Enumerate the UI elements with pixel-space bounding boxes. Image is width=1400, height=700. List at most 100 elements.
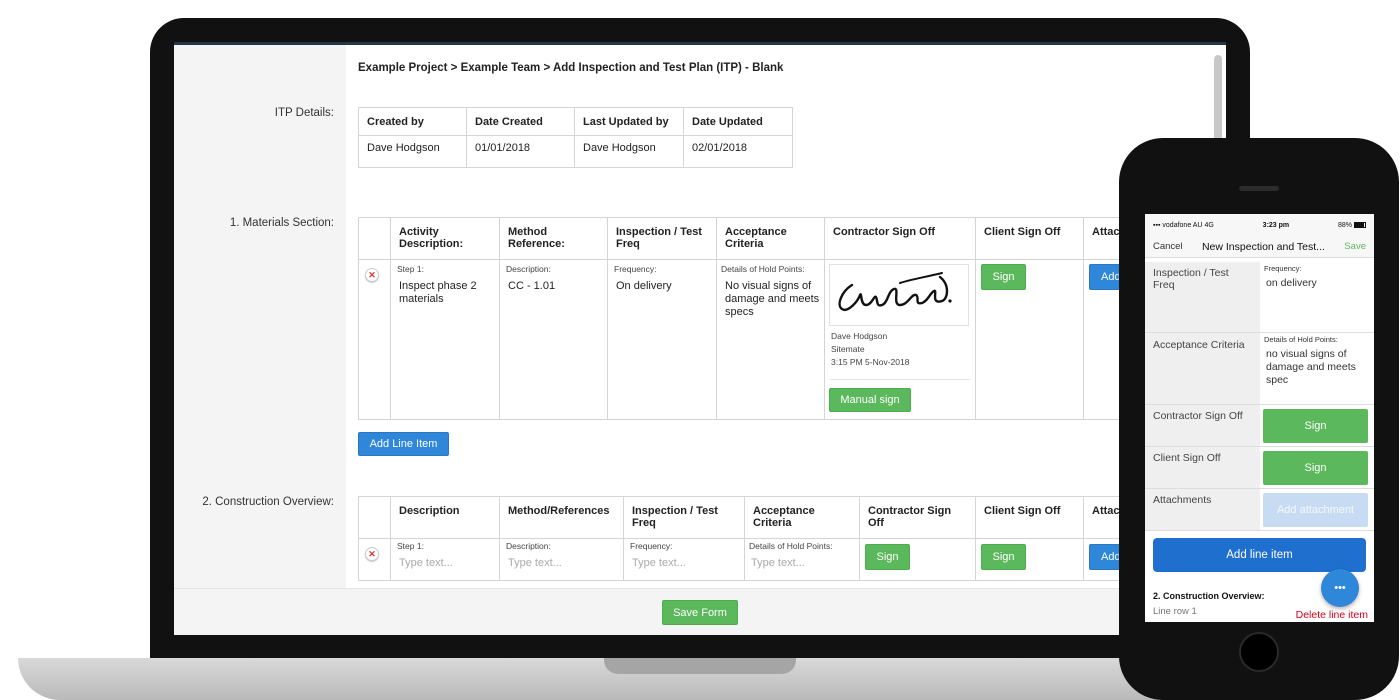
construction-header: Method/References	[499, 496, 624, 539]
frequency-label: Frequency:	[630, 541, 673, 551]
method-cell[interactable]: Description: CC - 1.01	[499, 259, 608, 420]
device-mockup: Example Project > Example Team > Add Ins…	[0, 0, 1400, 700]
itp-details-label: ITP Details:	[274, 107, 334, 119]
acceptance-mini-label: Details of Hold Points:	[1264, 335, 1338, 344]
contractor-sign-button[interactable]: Sign	[865, 544, 910, 570]
row-control-cell: ✕	[358, 259, 391, 420]
acceptance-field-value: no visual signs of damage and meets spec	[1266, 348, 1356, 386]
client-signoff-cell: Sign	[975, 259, 1084, 420]
contractor-signoff-label: Contractor Sign Off	[1145, 405, 1260, 446]
acceptance-field-label: Acceptance Criteria	[1145, 333, 1260, 404]
hold-points-label: Details of Hold Points:	[749, 541, 833, 551]
itp-header: Date Updated	[683, 107, 793, 136]
contractor-signoff-cell: Sign	[859, 538, 976, 581]
delete-line-item-button[interactable]: Delete line item	[1296, 609, 1368, 621]
client-signoff-cell: Sign	[975, 538, 1084, 581]
construction-table: Description Method/References Inspection…	[358, 496, 1135, 581]
laptop-notch	[604, 658, 796, 674]
frequency-cell[interactable]: Frequency: Type text...	[623, 538, 745, 581]
description-input[interactable]: Type text...	[397, 557, 493, 569]
breadcrumb: Example Project > Example Team > Add Ins…	[358, 62, 784, 74]
itp-header: Date Created	[466, 107, 575, 136]
materials-header: Inspection / Test Freq	[607, 217, 717, 260]
save-form-button[interactable]: Save Form	[662, 600, 738, 625]
delete-row-icon[interactable]: ✕	[365, 547, 379, 561]
client-signoff-row: Client Sign Off Sign	[1145, 447, 1374, 489]
nav-bar: Cancel New Inspection and Test... Save	[1145, 236, 1374, 258]
frequency-value: On delivery	[616, 280, 672, 292]
signer-name: Dave Hodgson	[831, 331, 888, 341]
client-sign-button[interactable]: Sign	[981, 264, 1026, 290]
frequency-field-label: Inspection / Test Freq	[1145, 262, 1260, 332]
description-cell[interactable]: Step 1: Type text...	[390, 538, 500, 581]
frequency-mini-label: Frequency:	[1264, 264, 1302, 273]
cancel-button[interactable]: Cancel	[1153, 241, 1183, 252]
clock: 3:23 pm	[1262, 221, 1290, 229]
acceptance-input[interactable]: Type text...	[749, 557, 855, 569]
construction-header: Contractor Sign Off	[859, 496, 976, 539]
hold-points-value: No visual signs of damage and meets spec…	[725, 280, 820, 318]
description-label: Description:	[506, 541, 551, 551]
delete-row-icon[interactable]: ✕	[365, 268, 379, 282]
construction-header: Inspection / Test Freq	[623, 496, 745, 539]
materials-table: Activity Description: Method Reference: …	[358, 217, 1135, 420]
phone-home-button[interactable]	[1239, 632, 1279, 672]
step-label: Step 1:	[397, 264, 424, 274]
line-row-label: Line row 1	[1153, 606, 1197, 617]
itp-cell: 02/01/2018	[683, 135, 793, 168]
materials-header: Contractor Sign Off	[824, 217, 976, 260]
frequency-field[interactable]: Frequency: on delivery	[1260, 262, 1374, 332]
materials-header: Activity Description:	[390, 217, 500, 260]
materials-section-label: 1. Materials Section:	[229, 217, 334, 229]
frequency-cell[interactable]: Frequency: On delivery	[607, 259, 717, 420]
itp-header: Last Updated by	[574, 107, 684, 136]
mobile-screen: ▪▪▪ vodafone AU 4G 3:23 pm 88% Cancel Ne…	[1145, 214, 1374, 622]
step-value: Inspect phase 2 materials	[399, 280, 477, 305]
signature-box	[829, 264, 969, 326]
battery-icon	[1353, 221, 1366, 228]
client-signoff-label: Client Sign Off	[1145, 447, 1260, 488]
frequency-label: Frequency:	[614, 264, 657, 274]
client-sign-button[interactable]: Sign	[1263, 451, 1368, 485]
contractor-sign-button[interactable]: Sign	[1263, 409, 1368, 443]
itp-cell: Dave Hodgson	[574, 135, 684, 168]
contractor-signoff-cell: Dave Hodgson Sitemate 3:15 PM 5-Nov-2018…	[824, 259, 976, 420]
more-actions-fab-icon[interactable]: •••	[1321, 569, 1359, 607]
phone-speaker	[1239, 186, 1279, 191]
frequency-row: Inspection / Test Freq Frequency: on del…	[1145, 262, 1374, 333]
row-control-header	[358, 217, 391, 260]
row-control-cell: ✕	[358, 538, 391, 581]
itp-details-table: Created by Date Created Last Updated by …	[358, 107, 793, 168]
description-value: CC - 1.01	[508, 280, 556, 292]
acceptance-cell[interactable]: Details of Hold Points: Type text...	[744, 538, 860, 581]
status-bar: ▪▪▪ vodafone AU 4G 3:23 pm 88%	[1145, 214, 1374, 236]
add-line-item-button[interactable]: Add line item	[1153, 538, 1366, 572]
attachments-row: Attachments Add attachment	[1145, 489, 1374, 531]
manual-sign-button[interactable]: Manual sign	[829, 388, 911, 412]
save-button[interactable]: Save	[1344, 241, 1366, 252]
materials-header: Client Sign Off	[975, 217, 1084, 260]
frequency-input[interactable]: Type text...	[630, 557, 738, 569]
frequency-field-value: on delivery	[1266, 277, 1317, 289]
network: 4G	[1204, 221, 1214, 229]
method-cell[interactable]: Description: Type text...	[499, 538, 624, 581]
acceptance-field[interactable]: Details of Hold Points: no visual signs …	[1260, 333, 1374, 404]
add-line-item-button[interactable]: Add Line Item	[358, 432, 449, 456]
construction-header: Acceptance Criteria	[744, 496, 860, 539]
method-input[interactable]: Type text...	[506, 557, 617, 569]
itp-cell: 01/01/2018	[466, 135, 575, 168]
acceptance-row: Acceptance Criteria Details of Hold Poin…	[1145, 333, 1374, 405]
itp-cell: Dave Hodgson	[358, 135, 467, 168]
description-label: Description:	[506, 264, 551, 274]
construction-header: Client Sign Off	[975, 496, 1084, 539]
activity-cell[interactable]: Step 1: Inspect phase 2 materials	[390, 259, 500, 420]
acceptance-cell[interactable]: Details of Hold Points: No visual signs …	[716, 259, 825, 420]
attachments-label: Attachments	[1145, 489, 1260, 530]
carrier: vodafone AU	[1162, 221, 1203, 229]
client-sign-button[interactable]: Sign	[981, 544, 1026, 570]
add-attachment-button[interactable]: Add attachment	[1263, 493, 1368, 527]
construction-header: Description	[390, 496, 500, 539]
step-label: Step 1:	[397, 541, 424, 551]
signal-icon: ▪▪▪	[1153, 221, 1161, 229]
contractor-signoff-row: Contractor Sign Off Sign	[1145, 405, 1374, 447]
